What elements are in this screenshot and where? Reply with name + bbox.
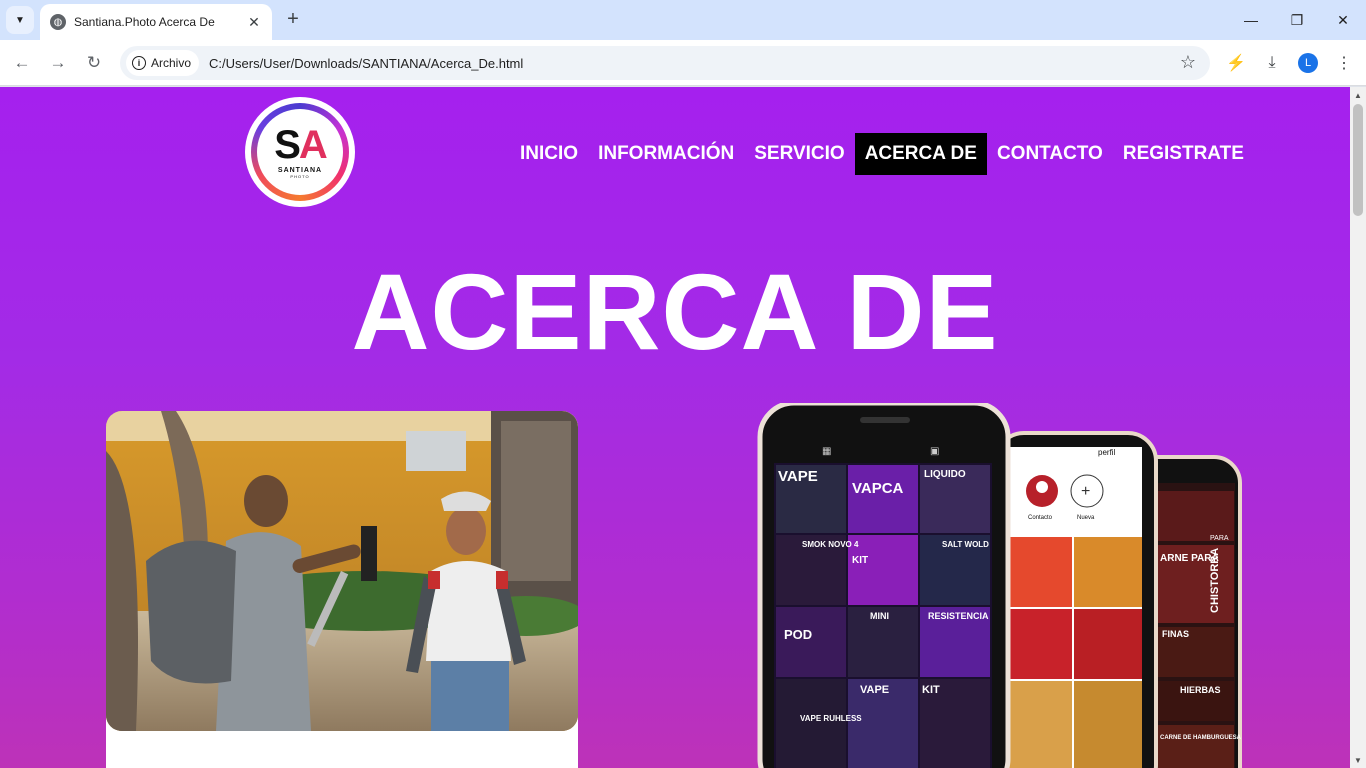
info-icon: i bbox=[132, 56, 146, 70]
globe-icon: ◍ bbox=[50, 14, 66, 30]
phones-illustration: PARA ARNE PARA CHISTORRA FINAS HIERBAS C… bbox=[757, 400, 1242, 768]
bookmark-star-icon[interactable]: ☆ bbox=[1180, 52, 1196, 73]
highlight-nueva: Nueva bbox=[1077, 515, 1095, 521]
post-resistencia: RESISTENCIA bbox=[928, 611, 989, 621]
download-icon[interactable]: ⤓ bbox=[1261, 52, 1283, 74]
minimize-button[interactable]: — bbox=[1228, 0, 1274, 40]
restore-button[interactable]: ❐ bbox=[1274, 0, 1320, 40]
post-vape-2: VAPE bbox=[860, 684, 889, 696]
post-mini: MINI bbox=[870, 611, 889, 621]
post-carne-hamburguesa: CARNE DE HAMBURGUESA bbox=[1160, 735, 1242, 741]
grid-icon: ▦ bbox=[822, 446, 831, 457]
profile-title: perfil bbox=[1098, 448, 1116, 457]
close-window-button[interactable]: ✕ bbox=[1320, 0, 1366, 40]
scroll-up-arrow-icon[interactable]: ▲ bbox=[1350, 87, 1366, 103]
tagged-icon: ▣ bbox=[930, 446, 939, 457]
browser-toolbar: ← → ↻ i Archivo C:/Users/User/Downloads/… bbox=[0, 40, 1366, 86]
post-vapca: VAPCA bbox=[852, 480, 904, 497]
site-info-chip[interactable]: i Archivo bbox=[126, 50, 200, 76]
scroll-thumb[interactable] bbox=[1353, 104, 1363, 216]
nav-inicio[interactable]: INICIO bbox=[510, 133, 588, 175]
chevron-down-icon: ▼ bbox=[15, 14, 25, 26]
post-vape-ruhless: VAPE RUHLESS bbox=[800, 714, 862, 723]
scroll-down-arrow-icon[interactable]: ▼ bbox=[1350, 752, 1366, 768]
nav-contacto[interactable]: CONTACTO bbox=[987, 133, 1113, 175]
tab-title: Santiana.Photo Acerca De bbox=[74, 15, 215, 29]
logo-ring: SA SANTIANA PHOTO bbox=[251, 103, 349, 201]
post-chistorra: CHISTORRA bbox=[1209, 548, 1221, 613]
post-pod: POD bbox=[784, 627, 812, 642]
reload-icon: ↻ bbox=[86, 53, 102, 72]
plus-icon: + bbox=[1081, 483, 1090, 500]
post-vape: VAPE bbox=[778, 468, 818, 485]
arrow-left-icon: ← bbox=[13, 53, 31, 72]
team-photo-illustration bbox=[106, 411, 578, 731]
nav-servicio[interactable]: SERVICIO bbox=[744, 133, 854, 175]
forward-button[interactable]: → bbox=[44, 49, 72, 77]
profile-avatar[interactable]: L bbox=[1298, 53, 1318, 73]
tab-strip: ▼ ◍ Santiana.Photo Acerca De ✕ + — ❐ ✕ bbox=[0, 0, 1366, 40]
tab-search-button[interactable]: ▼ bbox=[6, 6, 34, 34]
logo-monogram: SA bbox=[274, 123, 328, 167]
page-viewport: SA SANTIANA PHOTO INICIO INFORMACIÓN SER… bbox=[0, 87, 1350, 768]
page-scrollbar[interactable]: ▲ ▼ bbox=[1350, 87, 1366, 768]
logo-brand-name: SANTIANA bbox=[277, 167, 323, 174]
site-logo[interactable]: SA SANTIANA PHOTO bbox=[245, 97, 355, 207]
site-info-label: Archivo bbox=[151, 56, 192, 70]
performance-icon[interactable]: ⚡ bbox=[1225, 52, 1247, 74]
post-para: PARA bbox=[1210, 535, 1229, 542]
reload-button[interactable]: ↻ bbox=[80, 49, 108, 77]
active-tab[interactable]: ◍ Santiana.Photo Acerca De ✕ bbox=[40, 4, 272, 40]
arrow-right-icon: → bbox=[49, 53, 67, 72]
logo-brand-sub: PHOTO bbox=[290, 174, 310, 179]
close-tab-icon[interactable]: ✕ bbox=[246, 14, 262, 31]
logo-letter-s: S bbox=[274, 123, 301, 167]
nav-registrate[interactable]: REGISTRATE bbox=[1113, 133, 1254, 175]
post-liquido: LIQUIDO bbox=[924, 469, 966, 480]
page-title: ACERCA DE bbox=[351, 251, 999, 372]
post-kit-2: KIT bbox=[922, 684, 940, 696]
main-nav: INICIO INFORMACIÓN SERVICIO ACERCA DE CO… bbox=[510, 133, 1254, 175]
post-hierbas: HIERBAS bbox=[1180, 685, 1221, 695]
about-card bbox=[106, 411, 578, 768]
nav-informacion[interactable]: INFORMACIÓN bbox=[588, 133, 744, 175]
menu-kebab-icon[interactable]: ⋮ bbox=[1333, 52, 1355, 74]
address-bar[interactable]: i Archivo C:/Users/User/Downloads/SANTIA… bbox=[120, 46, 1210, 80]
back-button[interactable]: ← bbox=[8, 49, 36, 77]
post-finas: FINAS bbox=[1162, 629, 1189, 639]
post-salt-wold: SALT WOLD bbox=[942, 540, 989, 549]
logo-inner: SA SANTIANA PHOTO bbox=[257, 109, 343, 195]
post-smok-novo: SMOK NOVO 4 bbox=[802, 540, 859, 549]
post-kit-1: KIT bbox=[852, 555, 868, 566]
team-photo bbox=[106, 411, 578, 731]
new-tab-button[interactable]: + bbox=[282, 8, 304, 30]
url-text[interactable]: C:/Users/User/Downloads/SANTIANA/Acerca_… bbox=[209, 56, 523, 71]
instagram-phones-mockup: PARA ARNE PARA CHISTORRA FINAS HIERBAS C… bbox=[740, 400, 1260, 768]
nav-acerca-de[interactable]: ACERCA DE bbox=[854, 133, 987, 175]
highlight-contacto: Contacto bbox=[1028, 515, 1053, 521]
logo-letter-a: A bbox=[298, 123, 328, 167]
